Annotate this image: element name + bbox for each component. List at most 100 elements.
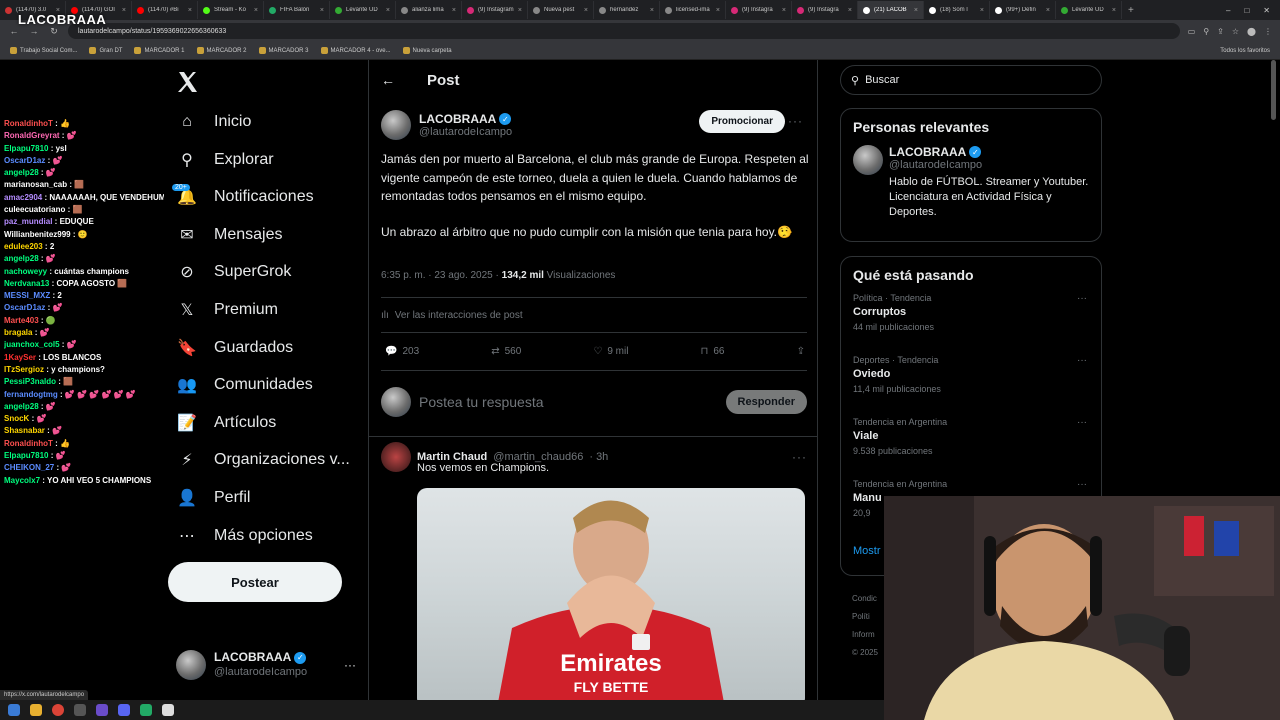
nav-item-inicio[interactable]: ⌂ Inicio	[176, 108, 251, 136]
bookmark-item[interactable]: Nueva carpeta	[402, 47, 452, 54]
browser-tab[interactable]: Stream - Ko ×	[198, 1, 264, 19]
browser-tab[interactable]: FIFA Balón ×	[264, 1, 330, 19]
post-more-icon[interactable]: ···	[788, 114, 803, 128]
avatar[interactable]	[853, 145, 883, 175]
footer-link[interactable]: Condic	[852, 590, 878, 608]
more-icon[interactable]: ···	[344, 658, 356, 672]
trend-more-icon[interactable]: ···	[1077, 293, 1087, 304]
relevant-handle[interactable]: @lautarodeIcampo	[889, 159, 1089, 171]
browser-tab[interactable]: (99+) Defin ×	[990, 1, 1056, 19]
close-window-icon[interactable]: ✕	[1263, 6, 1270, 15]
chrome-icon[interactable]	[52, 704, 64, 716]
browser-tab[interactable]: alianza lima ×	[396, 1, 462, 19]
extension-icon[interactable]: ⬤	[1247, 27, 1256, 36]
trend-item[interactable]: Política · Tendencia Corruptos 44 mil publ…	[841, 293, 1101, 355]
reply-more-icon[interactable]: ···	[792, 450, 807, 464]
search-input[interactable]: ⚲ Buscar	[840, 65, 1102, 95]
footer-link[interactable]: Políti	[852, 608, 878, 626]
discord-icon[interactable]	[118, 704, 130, 716]
relevant-name[interactable]: LACOBRAAA	[889, 145, 966, 159]
bookmark-item[interactable]: Gran DT	[89, 47, 122, 54]
x-logo-icon[interactable]	[176, 70, 200, 94]
trend-item[interactable]: Deportes · Tendencia Oviedo 11,4 mil publi…	[841, 355, 1101, 417]
browser-tab[interactable]: (11470) #Bi ×	[132, 1, 198, 19]
app-icon[interactable]	[162, 704, 174, 716]
browser-tab[interactable]: Levante UD ×	[330, 1, 396, 19]
account-switcher[interactable]: LACOBRAAA ✓ @lautarodeIcampo ···	[176, 650, 356, 680]
bookmark-item[interactable]: MARCADOR 3	[258, 47, 309, 54]
address-bar[interactable]: lautarodelcampo/status/19593690226563606…	[68, 23, 1180, 39]
tab-close-icon[interactable]: ×	[848, 7, 852, 14]
post-button[interactable]: Postear	[168, 562, 342, 602]
back-arrow-icon[interactable]: ←	[8, 26, 20, 36]
tab-close-icon[interactable]: ×	[1112, 7, 1116, 14]
tab-close-icon[interactable]: ×	[914, 7, 918, 14]
nav-item-explorar[interactable]: ⚲ Explorar	[176, 146, 273, 174]
browser-tab[interactable]: licensed-ima ×	[660, 1, 726, 19]
footer-link[interactable]: © 2025	[852, 644, 878, 662]
nav-item-mensajes[interactable]: ✉ Mensajes	[176, 221, 282, 249]
all-bookmarks-link[interactable]: Todos los favoritos	[1220, 48, 1270, 54]
browser-tab[interactable]: hernandez ×	[594, 1, 660, 19]
share-icon[interactable]: ⇪	[1217, 27, 1224, 36]
browser-tab[interactable]: (18) Som l ×	[924, 1, 990, 19]
browser-tab[interactable]: Levante UD ×	[1056, 1, 1122, 19]
cast-icon[interactable]: ▭	[1188, 27, 1196, 36]
tab-close-icon[interactable]: ×	[782, 7, 786, 14]
app-icon[interactable]	[140, 704, 152, 716]
avatar[interactable]	[381, 110, 411, 140]
scrollbar[interactable]	[1271, 60, 1276, 120]
tab-close-icon[interactable]: ×	[518, 7, 522, 14]
zoom-icon[interactable]: ⚲	[1203, 27, 1209, 36]
minimize-icon[interactable]: –	[1226, 6, 1230, 15]
tab-close-icon[interactable]: ×	[386, 7, 390, 14]
reload-icon[interactable]: ↻	[48, 26, 60, 37]
trend-more-icon[interactable]: ···	[1077, 417, 1087, 428]
app-icon[interactable]	[74, 704, 86, 716]
author-name[interactable]: LACOBRAAA	[419, 112, 496, 126]
maximize-icon[interactable]: □	[1244, 6, 1249, 15]
trend-more-icon[interactable]: ···	[1077, 355, 1087, 366]
avatar[interactable]	[381, 442, 411, 472]
footer-link[interactable]: Inform	[852, 626, 878, 644]
tab-close-icon[interactable]: ×	[452, 7, 456, 14]
new-tab-icon[interactable]: +	[1122, 5, 1140, 16]
tab-close-icon[interactable]: ×	[254, 7, 258, 14]
nav-item-premium[interactable]: 𝕏 Premium	[176, 296, 278, 324]
star-icon[interactable]: ☆	[1232, 27, 1239, 36]
browser-tab[interactable]: (9) Instagram ×	[462, 1, 528, 19]
browser-tab[interactable]: Nueva pest ×	[528, 1, 594, 19]
folder-icon[interactable]	[30, 704, 42, 716]
tab-close-icon[interactable]: ×	[320, 7, 324, 14]
reply-input[interactable]: Postea tu respuesta	[419, 394, 544, 410]
nav-item-organizaciones-v[interactable]: ⚡ Organizaciones v...	[176, 446, 349, 474]
nav-item-perfil[interactable]: 👤 Perfil	[176, 484, 250, 512]
reply-action[interactable]: 💬 203	[385, 346, 419, 357]
share-action[interactable]: ⇪	[797, 346, 805, 357]
bookmark-item[interactable]: MARCADOR 1	[134, 47, 185, 54]
tab-close-icon[interactable]: ×	[584, 7, 588, 14]
like-action[interactable]: ♡ 9 mil	[593, 346, 628, 357]
bookmark-item[interactable]: MARCADOR 4 - ove...	[320, 47, 391, 54]
forward-arrow-icon[interactable]: →	[28, 26, 40, 36]
reply-image[interactable]: Emirates FLY BETTE	[417, 488, 805, 700]
nav-item-más-opciones[interactable]: ⋯ Más opciones	[176, 522, 313, 550]
tab-close-icon[interactable]: ×	[1046, 7, 1050, 14]
bookmark-action[interactable]: ⊓ 66	[701, 346, 725, 357]
browser-tab[interactable]: (21) LACOB ×	[858, 1, 924, 19]
obs-icon[interactable]	[96, 704, 108, 716]
reply-tweet[interactable]: Martin Chaud @martin_chaud66 · 3h ··· No…	[381, 442, 807, 700]
browser-tab[interactable]: (9) Instagra ×	[792, 1, 858, 19]
bookmark-item[interactable]: Trabajo Social Com...	[10, 47, 77, 54]
view-interactions-link[interactable]: ılı Ver las interacciones de post	[381, 310, 523, 321]
tab-close-icon[interactable]: ×	[650, 7, 654, 14]
reply-time[interactable]: · 3h	[589, 451, 608, 463]
tab-close-icon[interactable]: ×	[122, 7, 126, 14]
promote-button[interactable]: Promocionar	[699, 110, 785, 133]
tab-close-icon[interactable]: ×	[980, 7, 984, 14]
menu-icon[interactable]: ⋮	[1264, 27, 1272, 36]
browser-tab[interactable]: (9) Instagra ×	[726, 1, 792, 19]
relevant-person[interactable]: LACOBRAAA ✓ @lautarodeIcampo Hablo de FÚT…	[841, 145, 1101, 220]
start-icon[interactable]	[8, 704, 20, 716]
back-arrow-icon[interactable]: ←	[381, 72, 395, 88]
